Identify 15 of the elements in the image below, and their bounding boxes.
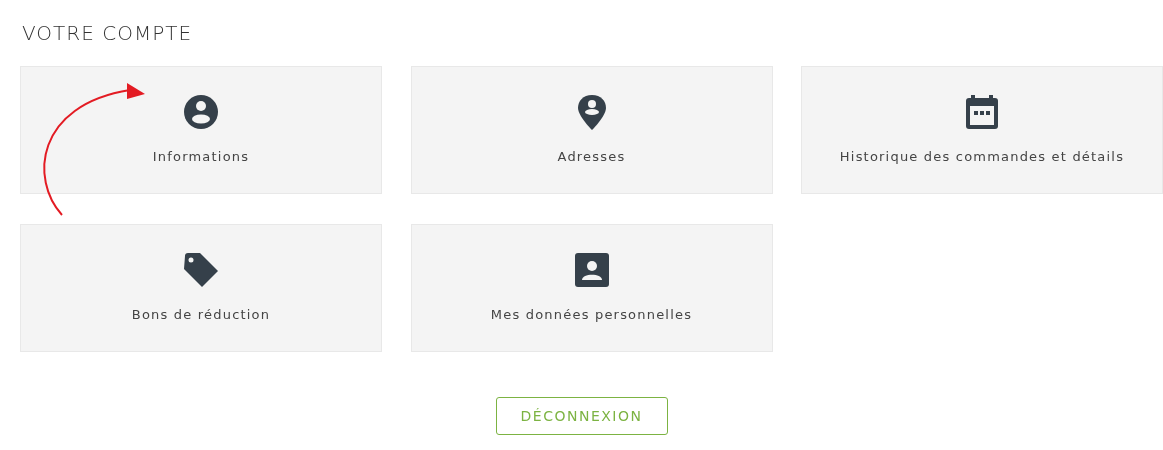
account-card[interactable]: Adresses — [410, 66, 773, 194]
page-title: VOTRE COMPTE — [22, 20, 193, 46]
tag-icon — [182, 251, 220, 290]
account-card[interactable]: Bons de réduction — [20, 224, 382, 352]
calendar-icon — [963, 93, 1001, 132]
card-label: Mes données personnelles — [490, 306, 693, 325]
card-label: Bons de réduction — [131, 306, 271, 325]
card-label: Historique des commandes et détails — [839, 148, 1125, 167]
user-icon — [182, 93, 220, 132]
account-card[interactable]: Informations — [20, 66, 382, 194]
account-card[interactable]: Mes données personnelles — [410, 224, 773, 352]
card-label: Adresses — [557, 148, 626, 167]
account-card[interactable]: Historique des commandes et détails — [801, 66, 1163, 194]
card-label: Informations — [152, 148, 250, 167]
contact-card-icon — [572, 251, 611, 290]
